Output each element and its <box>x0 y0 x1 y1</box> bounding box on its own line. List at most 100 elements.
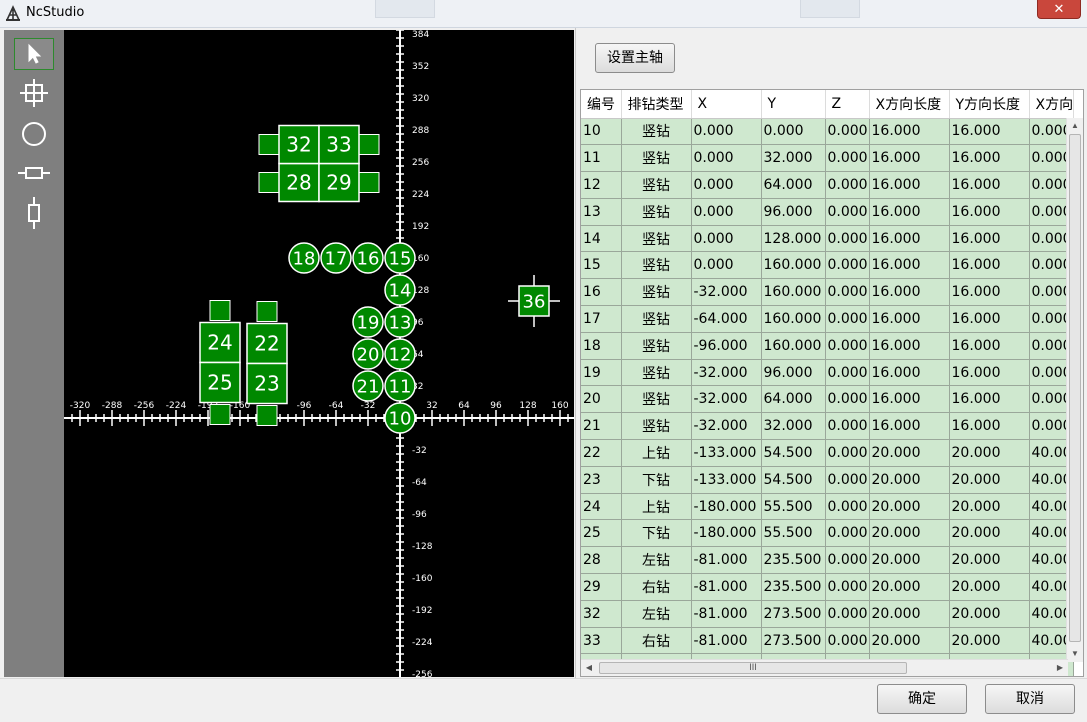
table-cell[interactable]: 16.000 <box>869 332 950 360</box>
scroll-down-arrow-icon[interactable]: ▼ <box>1070 649 1080 659</box>
table-cell[interactable]: 20.000 <box>949 627 1030 655</box>
table-cell[interactable]: 16.000 <box>949 118 1030 146</box>
table-cell[interactable]: 20.000 <box>949 493 1030 521</box>
table-cell[interactable]: 0.000 <box>825 118 870 146</box>
table-cell[interactable]: 竖钻 <box>621 251 692 280</box>
table-cell[interactable]: 128.000 <box>761 225 826 253</box>
table-cell[interactable]: 160.000 <box>761 251 826 280</box>
table-cell[interactable]: 96.000 <box>761 198 826 226</box>
table-cell[interactable]: 25 <box>581 519 622 548</box>
table-row[interactable]: 20 竖钻 -32.000 64.000 0.000 16.000 16.000 0.000 <box>581 385 1075 414</box>
table-cell[interactable]: 0.000 <box>691 198 762 226</box>
horizontal-scroll-thumb[interactable]: III <box>599 662 907 674</box>
table-cell[interactable]: 235.500 <box>761 546 826 575</box>
table-cell[interactable]: 竖钻 <box>621 118 692 146</box>
table-row[interactable]: 14 竖钻 0.000 128.000 0.000 16.000 16.000 0.000 <box>581 225 1075 253</box>
column-header[interactable]: X方向 <box>1029 90 1075 119</box>
table-cell[interactable]: -180.000 <box>691 519 762 548</box>
table-cell[interactable]: 上钻 <box>621 439 692 467</box>
table-cell[interactable]: 0.000 <box>825 144 870 173</box>
table-cell[interactable]: 28 <box>581 546 622 575</box>
table-cell[interactable]: 0.000 <box>825 198 870 226</box>
table-cell[interactable]: 竖钻 <box>621 144 692 173</box>
table-cell[interactable]: 20.000 <box>869 546 950 575</box>
table-cell[interactable]: 竖钻 <box>621 385 692 414</box>
table-cell[interactable]: 16.000 <box>949 198 1030 226</box>
table-cell[interactable]: 0.000 <box>691 171 762 199</box>
column-header[interactable]: X <box>691 90 762 119</box>
table-cell[interactable]: 16.000 <box>869 412 950 441</box>
table-row[interactable]: 15 竖钻 0.000 160.000 0.000 16.000 16.000 0.000 <box>581 251 1075 280</box>
table-cell[interactable]: 16.000 <box>949 251 1030 280</box>
table-cell[interactable]: 0.000 <box>691 225 762 253</box>
table-cell[interactable]: -96.000 <box>691 332 762 360</box>
table-cell[interactable]: 16.000 <box>949 412 1030 441</box>
table-cell[interactable]: 16.000 <box>869 385 950 414</box>
table-cell[interactable]: 20.000 <box>949 466 1030 494</box>
table-cell[interactable]: 16.000 <box>869 305 950 333</box>
table-row[interactable]: 18 竖钻 -96.000 160.000 0.000 16.000 16.000 0.000 <box>581 332 1075 360</box>
table-cell[interactable]: 20.000 <box>869 627 950 655</box>
table-cell[interactable]: 160.000 <box>761 332 826 360</box>
column-header[interactable]: Z <box>825 90 870 119</box>
table-row[interactable]: 16 竖钻 -32.000 160.000 0.000 16.000 16.000 0.000 <box>581 278 1075 307</box>
table-cell[interactable]: -81.000 <box>691 546 762 575</box>
cancel-button[interactable]: 取消 <box>985 684 1075 714</box>
table-cell[interactable]: 17 <box>581 305 622 333</box>
rect-spindle-tool-button[interactable] <box>14 77 54 109</box>
table-cell[interactable]: 16.000 <box>869 278 950 307</box>
table-cell[interactable]: 54.500 <box>761 466 826 494</box>
table-cell[interactable]: 235.500 <box>761 573 826 601</box>
horizontal-scrollbar[interactable]: ◀ III ▶ <box>581 659 1068 676</box>
table-cell[interactable]: 20.000 <box>869 439 950 467</box>
table-cell[interactable]: 下钻 <box>621 519 692 548</box>
table-cell[interactable]: 0.000 <box>825 359 870 387</box>
table-cell[interactable]: -133.000 <box>691 439 762 467</box>
table-cell[interactable]: 0.000 <box>825 493 870 521</box>
table-cell[interactable]: 0.000 <box>761 118 826 146</box>
table-cell[interactable]: 16.000 <box>949 225 1030 253</box>
table-cell[interactable]: 0.000 <box>691 118 762 146</box>
vertical-scrollbar[interactable]: ▲ ▼ <box>1066 118 1083 662</box>
table-row[interactable]: 19 竖钻 -32.000 96.000 0.000 16.000 16.000 0.000 <box>581 359 1075 387</box>
table-cell[interactable]: 0.000 <box>825 278 870 307</box>
table-cell[interactable]: -32.000 <box>691 412 762 441</box>
table-cell[interactable]: 0.000 <box>825 600 870 628</box>
table-cell[interactable]: 33 <box>581 627 622 655</box>
table-cell[interactable]: 16.000 <box>949 305 1030 333</box>
table-cell[interactable]: 下钻 <box>621 466 692 494</box>
horizontal-drill-tool-button[interactable] <box>14 157 54 189</box>
table-cell[interactable]: 32.000 <box>761 144 826 173</box>
table-cell[interactable]: 右钻 <box>621 573 692 601</box>
table-cell[interactable]: 55.500 <box>761 493 826 521</box>
table-cell[interactable]: 0.000 <box>825 573 870 601</box>
table-cell[interactable]: -180.000 <box>691 493 762 521</box>
table-cell[interactable]: 左钻 <box>621 546 692 575</box>
table-cell[interactable]: 0.000 <box>825 466 870 494</box>
set-spindle-button[interactable]: 设置主轴 <box>595 43 675 73</box>
table-cell[interactable]: 16.000 <box>949 144 1030 173</box>
table-cell[interactable]: 273.500 <box>761 600 826 628</box>
scroll-right-arrow-icon[interactable]: ▶ <box>1055 663 1065 673</box>
column-header[interactable]: 排钻类型 <box>621 90 692 119</box>
table-cell[interactable]: 16.000 <box>869 171 950 199</box>
table-cell[interactable]: -81.000 <box>691 573 762 601</box>
scroll-up-arrow-icon[interactable]: ▲ <box>1070 121 1080 131</box>
table-cell[interactable]: 16.000 <box>949 278 1030 307</box>
vertical-drill-tool-button[interactable] <box>14 118 54 150</box>
table-cell[interactable]: 11 <box>581 144 622 173</box>
close-button[interactable]: ✕ <box>1037 0 1081 19</box>
table-cell[interactable]: 竖钻 <box>621 278 692 307</box>
vertical-side-drill-tool-button[interactable] <box>14 197 54 229</box>
table-cell[interactable]: 20.000 <box>949 573 1030 601</box>
table-cell[interactable]: 14 <box>581 225 622 253</box>
select-tool-button[interactable] <box>14 38 54 70</box>
table-row[interactable]: 32 左钻 -81.000 273.500 0.000 20.000 20.000 40.00 <box>581 600 1075 628</box>
table-cell[interactable]: 24 <box>581 493 622 521</box>
table-cell[interactable]: -32.000 <box>691 385 762 414</box>
table-row[interactable]: 28 左钻 -81.000 235.500 0.000 20.000 20.000 40.00 <box>581 546 1075 575</box>
column-header[interactable]: X方向长度 <box>869 90 950 119</box>
table-row[interactable]: 12 竖钻 0.000 64.000 0.000 16.000 16.000 0.000 <box>581 171 1075 199</box>
table-cell[interactable]: 55.500 <box>761 519 826 548</box>
table-cell[interactable]: 32.000 <box>761 412 826 441</box>
